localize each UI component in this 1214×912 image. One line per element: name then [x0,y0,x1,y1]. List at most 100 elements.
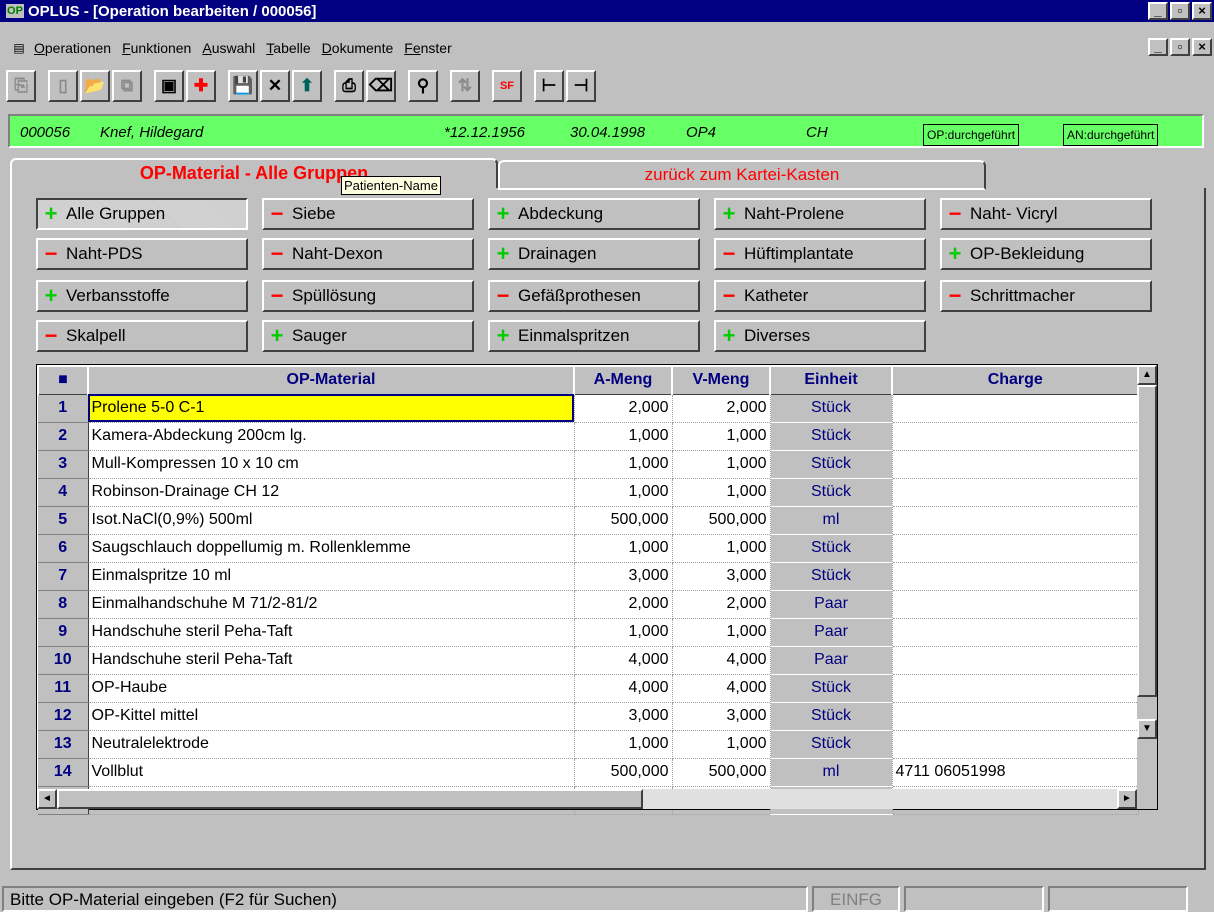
group-button-diverses[interactable]: + Diverses [714,320,926,352]
v-meng-cell[interactable]: 2,000 [672,394,771,423]
einheit-cell[interactable]: ml [770,758,893,787]
material-cell[interactable]: Saugschlauch doppellumig m. Rollenklemme [88,534,575,563]
column-header-op-material[interactable]: OP-Material [87,365,575,395]
menu-item-operationen[interactable]: Operationen [34,40,111,56]
row-number[interactable]: 11 [38,674,89,703]
material-cell[interactable]: Robinson-Drainage CH 12 [88,478,575,507]
system-menu-icon[interactable]: ▤ [10,40,28,56]
table-row[interactable]: 1 Prolene 5-0 C-1 2,000 2,000 Stück [38,394,1139,423]
v-meng-cell[interactable]: 2,000 [672,590,771,619]
group-button-siebe[interactable]: − Siebe [262,198,474,230]
table-row[interactable]: 14 Vollblut 500,000 500,000 ml 4711 06051998 [38,758,1139,787]
einheit-cell[interactable]: Stück [770,674,893,703]
row-number[interactable]: 5 [38,506,89,535]
charge-cell[interactable] [892,534,1139,563]
scroll-up-icon[interactable]: ▲ [1137,365,1157,385]
row-number[interactable]: 2 [38,422,89,451]
group-button-skalpell[interactable]: − Skalpell [36,320,248,352]
charge-cell[interactable] [892,618,1139,647]
einheit-cell[interactable]: Paar [770,618,893,647]
v-meng-cell[interactable]: 1,000 [672,422,771,451]
a-meng-cell[interactable]: 1,000 [574,422,673,451]
einheit-cell[interactable]: Stück [770,562,893,591]
a-meng-cell[interactable]: 4,000 [574,646,673,675]
a-meng-cell[interactable]: 1,000 [574,618,673,647]
a-meng-cell[interactable]: 3,000 [574,702,673,731]
einheit-cell[interactable]: Paar [770,646,893,675]
mdi-close-button[interactable]: × [1192,38,1212,56]
charge-cell[interactable] [892,730,1139,759]
material-cell[interactable]: Vollblut [88,758,575,787]
menu-item-dokumente[interactable]: Dokumente [322,40,394,56]
table-row[interactable]: 11 OP-Haube 4,000 4,000 Stück [38,674,1139,703]
a-meng-cell[interactable]: 3,000 [574,562,673,591]
charge-cell[interactable] [892,562,1139,591]
row-number[interactable]: 7 [38,562,89,591]
v-meng-cell[interactable]: 500,000 [672,758,771,787]
table-row[interactable]: 3 Mull-Kompressen 10 x 10 cm 1,000 1,000 Stü… [38,450,1139,479]
v-meng-cell[interactable]: 1,000 [672,478,771,507]
material-cell[interactable]: Handschuhe steril Peha-Taft [88,646,575,675]
v-meng-cell[interactable]: 4,000 [672,674,771,703]
einheit-cell[interactable]: Stück [770,534,893,563]
binoculars-icon[interactable]: ⚲ [408,70,438,102]
a-meng-cell[interactable]: 500,000 [574,506,673,535]
group-button-naht-prolene[interactable]: + Naht-Prolene [714,198,926,230]
table-row[interactable]: 5 Isot.NaCl(0,9%) 500ml 500,000 500,000 ml [38,506,1139,535]
material-cell[interactable]: Mull-Kompressen 10 x 10 cm [88,450,575,479]
material-cell[interactable]: OP-Haube [88,674,575,703]
copy-icon[interactable]: ⧉ [112,70,142,102]
v-meng-cell[interactable]: 500,000 [672,506,771,535]
table-row[interactable]: 10 Handschuhe steril Peha-Taft 4,000 4,000 P… [38,646,1139,675]
delete-x-icon[interactable]: ✕ [260,70,290,102]
group-button-verbansstoffe[interactable]: + Verbansstoffe [36,280,248,312]
group-button-op-bekleidung[interactable]: + OP-Bekleidung [940,238,1152,270]
einheit-cell[interactable]: Stück [770,422,893,451]
group-button-naht-dexon[interactable]: − Naht-Dexon [262,238,474,270]
sf-fp-icon[interactable]: SF [492,70,522,102]
material-cell[interactable]: OP-Kittel mittel [88,702,575,731]
scroll-left-icon[interactable]: ◄ [37,789,57,809]
table-row[interactable]: 7 Einmalspritze 10 ml 3,000 3,000 Stück [38,562,1139,591]
table-row[interactable]: 13 Neutralelektrode 1,000 1,000 Stück [38,730,1139,759]
material-cell[interactable]: Einmalhandschuhe M 71/2-81/2 [88,590,575,619]
charge-cell[interactable] [892,506,1139,535]
group-button-abdeckung[interactable]: + Abdeckung [488,198,700,230]
table-row[interactable]: 8 Einmalhandschuhe M 71/2-81/2 2,000 2,000 P… [38,590,1139,619]
v-meng-cell[interactable]: 3,000 [672,702,771,731]
row-number[interactable]: 4 [38,478,89,507]
eraser-icon[interactable]: ⌫ [366,70,396,102]
charge-cell[interactable] [892,450,1139,479]
row-number[interactable]: 8 [38,590,89,619]
column-header-charge[interactable]: Charge [891,365,1139,395]
a-meng-cell[interactable]: 2,000 [574,590,673,619]
v-meng-cell[interactable]: 1,000 [672,450,771,479]
group-button-schrittmacher[interactable]: − Schrittmacher [940,280,1152,312]
group-button-drainagen[interactable]: + Drainagen [488,238,700,270]
minimize-button[interactable]: _ [1148,2,1168,20]
sort-icon[interactable]: ⇅ [450,70,480,102]
row-number[interactable]: 3 [38,450,89,479]
menu-item-tabelle[interactable]: Tabelle [266,40,310,56]
vertical-scrollbar[interactable]: ▲ ▼ [1137,365,1157,809]
a-meng-cell[interactable]: 2,000 [574,394,673,423]
row-number[interactable]: 6 [38,534,89,563]
v-meng-cell[interactable]: 1,000 [672,618,771,647]
charge-cell[interactable] [892,478,1139,507]
table-row[interactable]: 9 Handschuhe steril Peha-Taft 1,000 1,000 Pa… [38,618,1139,647]
tree-left-icon[interactable]: ⊢ [534,70,564,102]
einheit-cell[interactable]: Stück [770,394,893,423]
row-number[interactable]: 13 [38,730,89,759]
maximize-button[interactable]: ▫ [1170,2,1190,20]
tree-right-icon[interactable]: ⊣ [566,70,596,102]
a-meng-cell[interactable]: 1,000 [574,478,673,507]
group-button-naht-vicryl[interactable]: − Naht- Vicryl [940,198,1152,230]
exit-icon[interactable]: ⎘ [6,70,36,102]
up-arrow-icon[interactable]: ⬆ [292,70,322,102]
group-button-einmalspritzen[interactable]: + Einmalspritzen [488,320,700,352]
table-row[interactable]: 4 Robinson-Drainage CH 12 1,000 1,000 Stück [38,478,1139,507]
grid-corner-icon[interactable]: ■ [37,365,89,395]
v-meng-cell[interactable]: 4,000 [672,646,771,675]
scroll-right-icon[interactable]: ► [1117,789,1137,809]
tab-kartei-kasten[interactable]: zurück zum Kartei-Kasten [498,160,986,190]
